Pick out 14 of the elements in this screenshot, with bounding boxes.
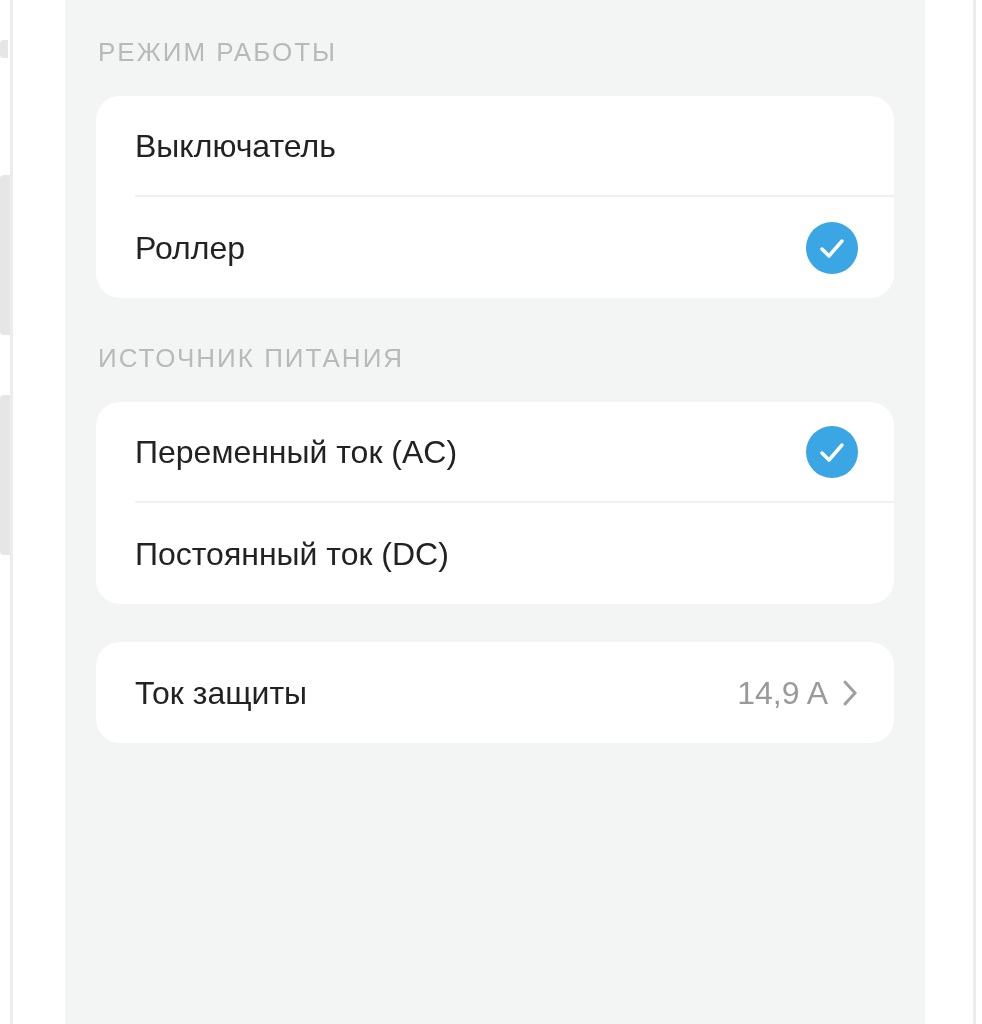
section-header: ИСТОЧНИК ПИТАНИЯ [98, 342, 406, 375]
list-row[interactable]: Переменный ток (AC) [135, 402, 894, 503]
row-label: Выключатель [135, 126, 337, 166]
list-row[interactable]: Роллер [135, 197, 894, 298]
chevron-right-icon [842, 678, 858, 707]
section-header: РЕЖИМ РАБОТЫ [98, 36, 339, 69]
row-label: Ток защиты [135, 673, 309, 713]
row-value: 14,9 A [737, 673, 828, 713]
row-label: Переменный ток (AC) [135, 432, 459, 472]
row-label: Роллер [135, 228, 246, 268]
list-row[interactable]: Ток защиты 14,9 A [135, 642, 894, 743]
list-row[interactable]: Постоянный ток (DC) [135, 503, 894, 604]
row-label: Постоянный ток (DC) [135, 534, 450, 574]
list-row[interactable]: Выключатель [135, 96, 894, 197]
